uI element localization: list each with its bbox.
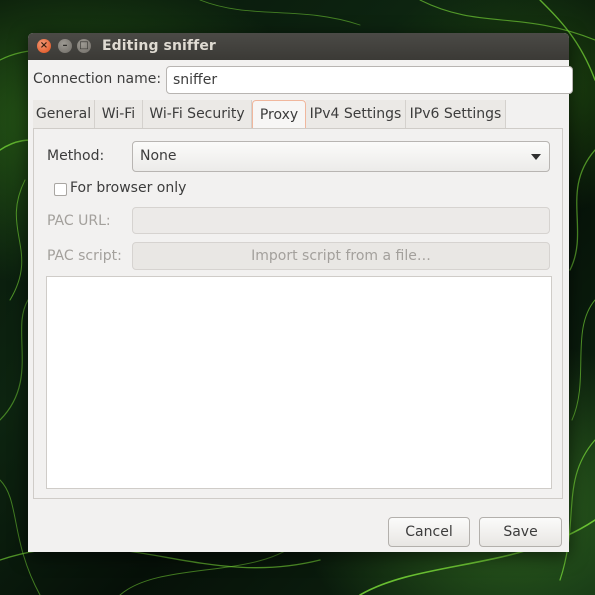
cancel-button[interactable]: Cancel xyxy=(388,517,470,547)
pac-url-label: PAC URL: xyxy=(47,213,111,229)
pac-script-textarea[interactable] xyxy=(46,276,552,489)
close-icon[interactable]: × xyxy=(37,39,51,53)
chevron-down-icon xyxy=(531,154,541,160)
proxy-panel: Method: None For browser only PAC URL: P… xyxy=(33,128,563,499)
pac-url-input[interactable] xyxy=(132,207,550,234)
title-bar[interactable]: × – □ Editing sniffer xyxy=(28,33,569,60)
tab-general[interactable]: General xyxy=(33,100,95,128)
tab-wifi-security[interactable]: Wi-Fi Security xyxy=(143,100,252,128)
tab-ipv4-settings[interactable]: IPv4 Settings xyxy=(306,100,406,128)
import-script-button[interactable]: Import script from a file… xyxy=(132,242,550,270)
window-title: Editing sniffer xyxy=(102,38,216,54)
maximize-icon[interactable]: □ xyxy=(77,39,91,53)
tab-ipv6-settings[interactable]: IPv6 Settings xyxy=(406,100,506,128)
browser-only-checkbox[interactable] xyxy=(54,183,67,196)
method-label: Method: xyxy=(47,148,105,164)
desktop: × – □ Editing sniffer Connection name: s… xyxy=(0,0,595,595)
tab-proxy[interactable]: Proxy xyxy=(252,100,306,128)
minimize-icon[interactable]: – xyxy=(58,39,72,53)
connection-name-input[interactable]: sniffer xyxy=(166,66,573,94)
method-dropdown[interactable]: None xyxy=(132,141,550,172)
edit-connection-dialog: × – □ Editing sniffer Connection name: s… xyxy=(28,33,573,552)
browser-only-label[interactable]: For browser only xyxy=(70,180,186,196)
connection-name-label: Connection name: xyxy=(33,71,162,87)
method-value: None xyxy=(140,148,177,164)
save-button[interactable]: Save xyxy=(479,517,562,547)
tab-wifi[interactable]: Wi-Fi xyxy=(95,100,143,128)
pac-script-label: PAC script: xyxy=(47,248,122,264)
